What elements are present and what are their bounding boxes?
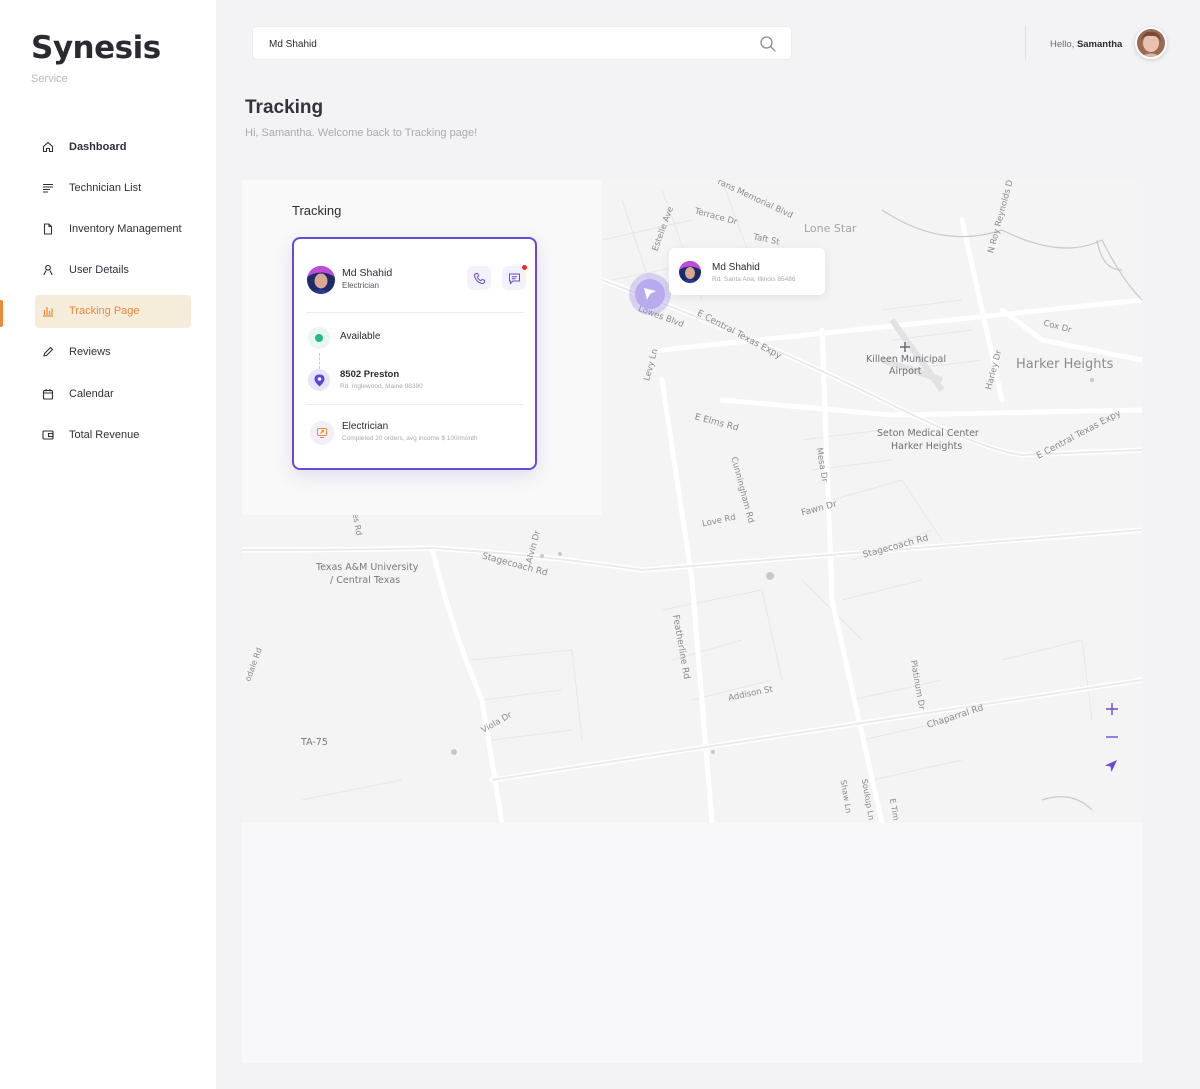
- map-label: Seton Medical Center: [877, 428, 979, 439]
- active-nav-marker: [0, 300, 3, 327]
- technician-role: Electrician: [342, 281, 379, 290]
- sidebar-item-calendar[interactable]: Calendar: [35, 377, 191, 410]
- job-indicator: [310, 421, 334, 445]
- status-indicator: [308, 327, 330, 349]
- sidebar-item-label: Tracking Page: [69, 305, 140, 318]
- document-icon: [42, 223, 54, 235]
- avatar: [307, 266, 335, 294]
- sidebar-item-tracking-page[interactable]: Tracking Page: [35, 294, 191, 328]
- map-label: / Central Texas: [330, 575, 401, 586]
- list-icon: [42, 182, 54, 194]
- plus-icon: [1106, 703, 1118, 715]
- sidebar-item-label: User Details: [69, 264, 129, 277]
- calendar-icon: [42, 388, 54, 400]
- status-text: Available: [340, 331, 381, 342]
- sidebar: Synesis Service Dashboard Technician Lis…: [0, 0, 216, 1089]
- avatar[interactable]: [1135, 27, 1167, 59]
- job-detail: Completed 20 orders, avg income $ 100/mo…: [342, 435, 478, 442]
- content-panel: [242, 823, 1142, 1063]
- chat-icon: [508, 273, 520, 285]
- sidebar-nav: Dashboard Technician List Inventory Mana…: [35, 130, 191, 460]
- popup-name: Md Shahid: [712, 262, 760, 273]
- technician-map-popup[interactable]: Md Shahid Rd. Santa Ana, Illinois 85486: [669, 248, 825, 295]
- greeting-text: Hello,: [1050, 39, 1075, 50]
- technician-card[interactable]: Md Shahid Electrician Available 8502 Pre…: [292, 237, 537, 470]
- zoom-in-button[interactable]: [1105, 702, 1125, 722]
- map-label: Texas A&M University: [316, 562, 419, 573]
- navigation-arrow-icon: [644, 288, 656, 300]
- pencil-icon: [42, 346, 54, 358]
- address-line-2: Rd. Inglewood, Maine 98380: [340, 383, 423, 390]
- locate-button[interactable]: [1103, 758, 1123, 778]
- marker-inner: [635, 279, 665, 309]
- sidebar-item-label: Technician List: [69, 181, 142, 194]
- chart-icon: [42, 305, 54, 317]
- sidebar-item-label: Calendar: [69, 387, 114, 400]
- sidebar-item-dashboard[interactable]: Dashboard: [35, 130, 191, 163]
- user-greeting: Hello, Samantha: [1050, 39, 1122, 50]
- route-connector: [319, 353, 320, 369]
- map-label: Harker Heights: [891, 441, 963, 452]
- card-divider: [306, 404, 524, 405]
- wallet-icon: [42, 429, 54, 441]
- zoom-out-button[interactable]: [1105, 730, 1125, 750]
- brand-logo: Synesis: [31, 30, 161, 66]
- call-button[interactable]: [467, 266, 491, 290]
- sidebar-item-technician-list[interactable]: Technician List: [35, 171, 191, 204]
- tracking-title: Tracking: [292, 203, 342, 218]
- sidebar-item-reviews[interactable]: Reviews: [35, 336, 191, 369]
- sidebar-item-total-revenue[interactable]: Total Revenue: [35, 418, 191, 451]
- map-label: Harker Heights: [1016, 357, 1114, 372]
- phone-icon: [473, 272, 485, 284]
- card-divider: [306, 312, 524, 313]
- tracking-panel: Tracking Md Shahid Electrician Available: [242, 180, 602, 515]
- sidebar-item-label: Inventory Management: [69, 222, 182, 235]
- message-button[interactable]: [502, 264, 528, 290]
- sidebar-item-label: Dashboard: [69, 140, 127, 153]
- page-title: Tracking: [245, 97, 324, 118]
- technician-map-marker[interactable]: [629, 273, 671, 315]
- header-divider: [1025, 26, 1026, 60]
- presentation-icon: [317, 428, 327, 438]
- map-label: Lone Star: [804, 222, 857, 235]
- popup-address: Rd. Santa Ana, Illinois 85486: [712, 276, 796, 283]
- sidebar-item-label: Total Revenue: [69, 428, 140, 441]
- search-input[interactable]: [269, 36, 749, 52]
- sidebar-item-label: Reviews: [69, 346, 111, 359]
- address-line-1: 8502 Preston: [340, 369, 400, 380]
- brand-subtitle: Service: [31, 73, 68, 85]
- search-bar: [252, 26, 792, 60]
- avatar: [679, 261, 701, 283]
- map-label: Killeen Municipal: [866, 354, 947, 365]
- user-icon: [42, 264, 54, 276]
- page-subtitle: Hi, Samantha. Welcome back to Tracking p…: [245, 127, 478, 139]
- sidebar-item-user-details[interactable]: User Details: [35, 254, 191, 287]
- sidebar-item-inventory-management[interactable]: Inventory Management: [35, 212, 191, 245]
- status-dot-icon: [315, 334, 323, 342]
- home-icon: [42, 141, 54, 153]
- navigation-arrow-icon: [1105, 760, 1117, 772]
- location-pin-icon: [314, 374, 324, 386]
- user-name: Samantha: [1076, 39, 1123, 50]
- map-label: TA-75: [301, 737, 328, 748]
- job-title: Electrician: [342, 421, 389, 432]
- map-label: Airport: [889, 366, 922, 377]
- location-indicator: [308, 369, 330, 391]
- technician-name: Md Shahid: [342, 267, 393, 279]
- search-icon[interactable]: [759, 35, 777, 53]
- minus-icon: [1106, 736, 1118, 738]
- notification-dot: [521, 264, 528, 271]
